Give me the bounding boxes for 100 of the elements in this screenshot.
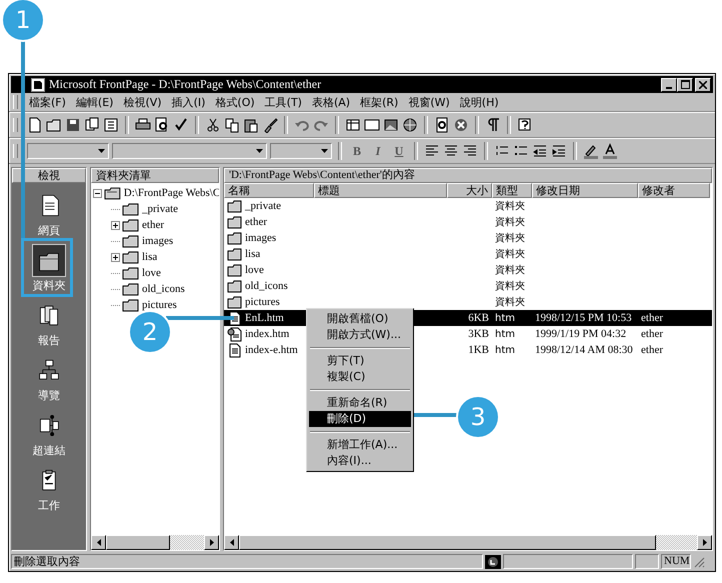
bold-button[interactable]: B xyxy=(348,142,366,160)
menu-item[interactable]: 插入(I) xyxy=(166,94,210,110)
folder-icon xyxy=(122,250,140,264)
file-size: 1KB xyxy=(468,344,489,356)
view-item[interactable]: 超連結 xyxy=(32,406,66,458)
context-menu-item[interactable]: 內容(I)... xyxy=(309,453,411,469)
connection-icon xyxy=(485,554,501,568)
file-type: 資料夾 xyxy=(495,280,525,293)
column-header[interactable]: 修改日期 xyxy=(532,183,638,198)
scroll-left-icon xyxy=(96,539,100,546)
menu-item[interactable]: 框架(R) xyxy=(355,94,404,110)
tree-item[interactable]: _private xyxy=(142,203,178,215)
indent-icon[interactable] xyxy=(551,143,567,159)
print-preview-icon[interactable] xyxy=(154,117,170,133)
menu-item[interactable]: 表格(A) xyxy=(306,94,356,110)
context-menu-item[interactable]: 重新命名(R) xyxy=(309,395,411,411)
help-icon[interactable] xyxy=(517,117,533,133)
context-menu-item[interactable]: 複製(C) xyxy=(309,369,411,385)
style-dropdown[interactable] xyxy=(27,143,109,159)
tree-item[interactable]: old_icons xyxy=(142,283,185,295)
font-dropdown[interactable] xyxy=(112,143,267,159)
pages-icon[interactable] xyxy=(84,117,100,133)
horizontal-scrollbar[interactable] xyxy=(224,535,712,550)
folder-icon xyxy=(227,278,243,294)
table-icon[interactable] xyxy=(345,117,361,133)
menu-item[interactable]: 視窗(W) xyxy=(403,94,455,110)
view-label: 資料夾 xyxy=(32,278,66,293)
folder-icon xyxy=(122,202,140,216)
context-menu-item[interactable]: 新增工作(A)... xyxy=(309,437,411,453)
menu-item[interactable]: 工具(T) xyxy=(260,94,307,110)
context-menu-item[interactable]: 開啟方式(W)... xyxy=(309,327,411,343)
folder-list-title: 資料夾清單 xyxy=(91,168,219,183)
outdent-icon[interactable] xyxy=(532,143,548,159)
callout-number: 3 xyxy=(458,397,498,437)
context-menu-item[interactable]: 刪除(D) xyxy=(309,411,411,427)
expand-icon[interactable] xyxy=(111,252,120,262)
tree-item[interactable]: pictures xyxy=(142,299,177,311)
folder-icon[interactable] xyxy=(46,117,62,133)
view-item[interactable]: 報告 xyxy=(32,296,66,348)
italic-button[interactable]: I xyxy=(369,142,387,160)
num-lock-indicator: NUM xyxy=(661,554,691,569)
expand-icon[interactable] xyxy=(111,220,120,230)
spelling-icon[interactable] xyxy=(173,117,189,133)
file-type: 資料夾 xyxy=(495,232,525,245)
view-item[interactable]: 資料夾 xyxy=(32,241,66,293)
file-type: htm xyxy=(495,328,515,340)
underline-button[interactable]: U xyxy=(390,142,408,160)
frame-icon[interactable] xyxy=(364,117,380,133)
minimize-button[interactable] xyxy=(661,78,677,92)
globe-icon[interactable] xyxy=(402,117,418,133)
resize-grip-icon[interactable] xyxy=(693,556,705,568)
menu-item[interactable]: 說明(H) xyxy=(454,94,504,110)
file-name: love xyxy=(245,264,264,276)
tree-item[interactable]: lisa xyxy=(142,251,158,263)
file-name: index.htm xyxy=(245,328,290,340)
folder-icon xyxy=(122,234,140,248)
brush-icon[interactable] xyxy=(262,117,278,133)
column-header[interactable]: 大小 xyxy=(447,183,492,198)
view-item[interactable]: 網頁 xyxy=(32,186,66,238)
scissors-icon[interactable] xyxy=(205,117,221,133)
modified-date: 1999/1/19 PM 04:32 xyxy=(535,328,626,340)
view-label: 報告 xyxy=(38,333,60,348)
horizontal-scrollbar[interactable] xyxy=(91,535,219,550)
collapse-icon[interactable] xyxy=(93,188,102,198)
close-icon xyxy=(699,80,707,88)
file-type: 資料夾 xyxy=(495,248,525,261)
scroll-right-icon xyxy=(210,539,214,546)
file-name: old_icons xyxy=(245,280,288,292)
caret-icon xyxy=(256,149,263,153)
highlight-icon[interactable] xyxy=(583,143,599,159)
tree-item[interactable]: images xyxy=(142,235,174,247)
copy-icon[interactable] xyxy=(224,117,240,133)
image-icon[interactable] xyxy=(383,117,399,133)
view-item[interactable]: 導覽 xyxy=(32,351,66,403)
column-header[interactable]: 修改者 xyxy=(638,183,710,198)
menu-item[interactable]: 編輯(E) xyxy=(70,94,118,110)
file-size: 3KB xyxy=(468,328,489,340)
maximize-button[interactable] xyxy=(677,78,693,92)
menu-item[interactable]: 格式(O) xyxy=(210,94,260,110)
context-menu-item[interactable]: 剪下(T) xyxy=(309,353,411,369)
font-color-icon[interactable] xyxy=(602,143,618,159)
column-header[interactable]: 名稱 xyxy=(224,183,314,198)
file-type: htm xyxy=(495,344,515,356)
column-header[interactable]: 類型 xyxy=(492,183,532,198)
column-header[interactable]: 標題 xyxy=(314,183,447,198)
stop-icon[interactable] xyxy=(453,117,469,133)
window-title: Microsoft FrontPage - D:\FrontPage Webs\Content\ether xyxy=(49,77,322,92)
tree-item[interactable]: ether xyxy=(142,219,164,231)
page-icon[interactable] xyxy=(27,117,43,133)
tree-item[interactable]: love xyxy=(142,267,161,279)
context-menu-item[interactable]: 開啟舊檔(O) xyxy=(309,311,411,327)
paste-icon[interactable] xyxy=(243,117,259,133)
font-size-dropdown[interactable] xyxy=(270,143,332,159)
close-button[interactable] xyxy=(695,78,711,92)
modified-by: ether xyxy=(641,344,663,356)
drive-folder-icon xyxy=(104,186,122,200)
menu-item[interactable]: 檢視(V) xyxy=(118,94,167,110)
menu-item[interactable]: 檔案(F) xyxy=(24,94,71,110)
view-item[interactable]: 工作 xyxy=(32,461,66,513)
list-icon[interactable] xyxy=(103,117,119,133)
